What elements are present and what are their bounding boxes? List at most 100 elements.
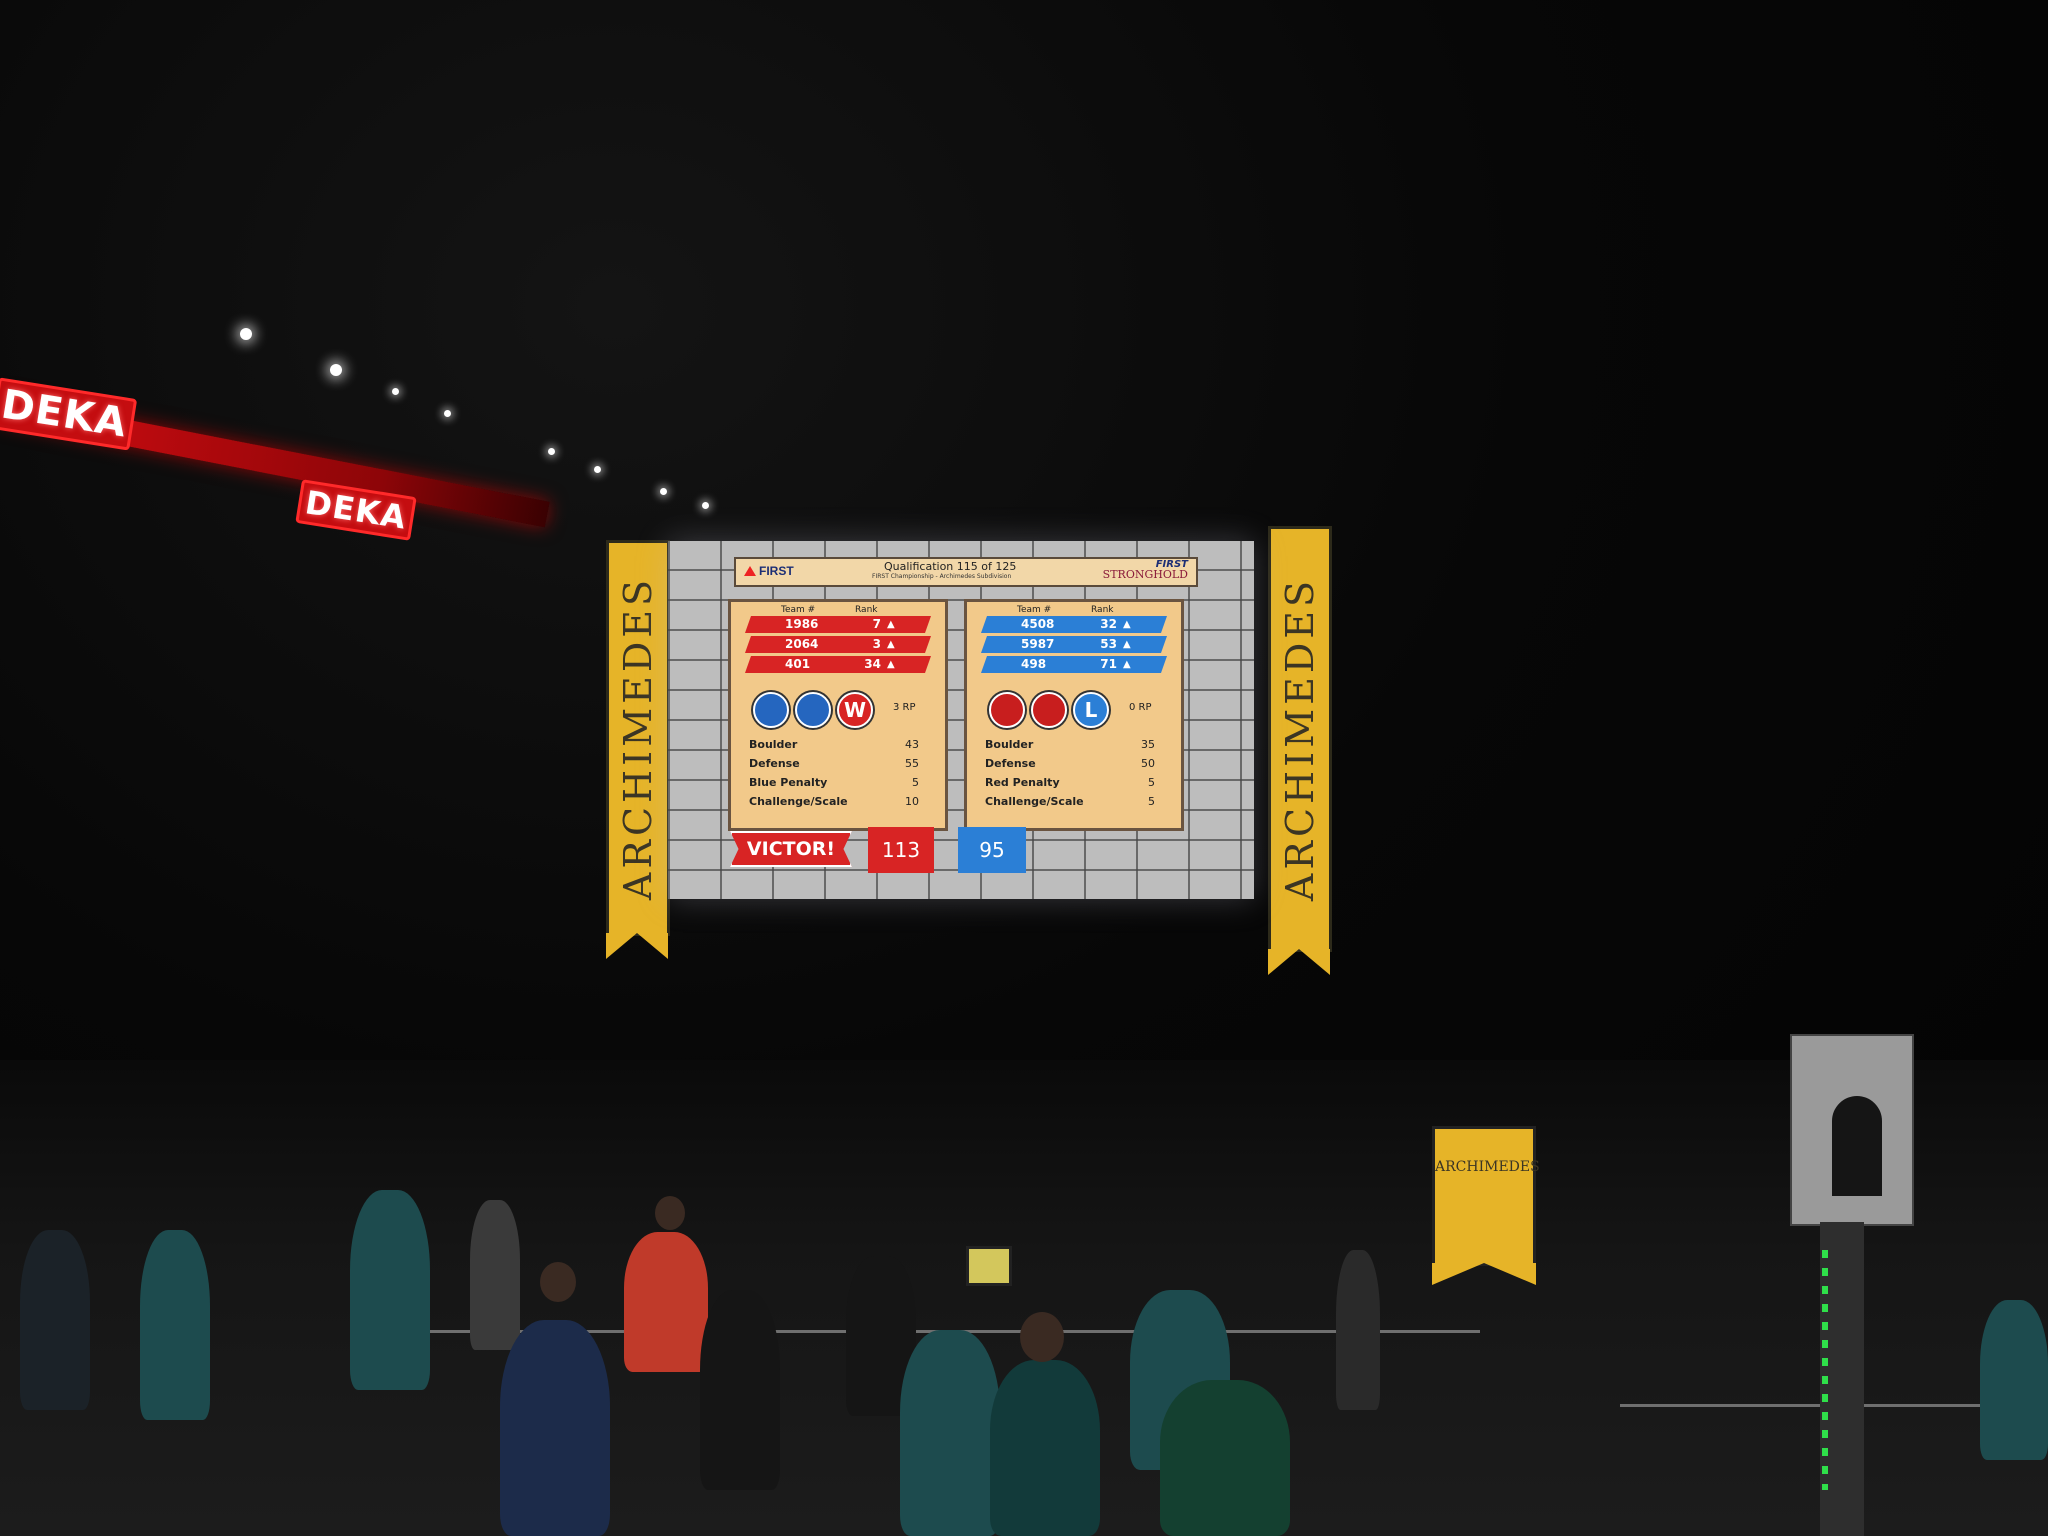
field-monitor [966, 1246, 1012, 1286]
ceiling-light [660, 488, 667, 495]
first-logo-text: FIRST [759, 564, 794, 578]
archimedes-floor-flag: ARCHIMEDES [1432, 1126, 1540, 1285]
first-logo: FIRST [744, 564, 794, 578]
person-head [1020, 1312, 1064, 1362]
score-value: 50 [1141, 757, 1155, 770]
team-row: 1986 7 ▲ [745, 616, 931, 633]
team-number: 401 [785, 657, 811, 671]
team-rank: 7 [872, 617, 881, 631]
scoreboard-header: FIRST Qualification 115 of 125 FIRST Cha… [734, 557, 1198, 587]
team-row: 498 71 ▲ [981, 656, 1167, 673]
victor-ribbon: VICTOR! [730, 831, 852, 867]
blue-total-score: 95 [958, 827, 1026, 873]
score-line: Defense 55 [749, 757, 919, 773]
red-alliance-panel: Team # Rank 1986 7 ▲ 2064 3 ▲ 401 34 ▲ W… [728, 599, 948, 831]
ceiling-light [444, 410, 451, 417]
person [470, 1200, 520, 1350]
rank-up-icon: ▲ [1123, 639, 1131, 650]
team-rank: 3 [872, 637, 881, 651]
score-label: Defense [985, 757, 1036, 770]
score-line: Boulder 43 [749, 738, 919, 754]
score-value: 55 [905, 757, 919, 770]
person [990, 1360, 1100, 1536]
score-value: 43 [905, 738, 919, 751]
score-value: 10 [905, 795, 919, 808]
team-column-header: Team # [781, 605, 816, 615]
tower-breach-icon [753, 692, 789, 728]
rank-column-header: Rank [1091, 605, 1114, 615]
match-subtitle: FIRST Championship - Archimedes Subdivis… [872, 573, 1012, 580]
banner-text: ARCHIMEDES [1278, 576, 1322, 902]
score-value: 5 [912, 776, 919, 789]
score-line: Red Penalty 5 [985, 776, 1155, 792]
rank-up-icon: ▲ [887, 619, 895, 630]
rank-up-icon: ▲ [887, 639, 895, 650]
score-label: Boulder [985, 738, 1034, 751]
person [700, 1290, 780, 1490]
loss-badge: L [1073, 692, 1109, 728]
person [140, 1230, 210, 1420]
rank-up-icon: ▲ [1123, 619, 1131, 630]
score-line: Challenge/Scale 5 [985, 795, 1155, 811]
person [900, 1330, 1000, 1536]
team-row: 2064 3 ▲ [745, 636, 931, 653]
team-number: 2064 [785, 637, 819, 651]
team-number: 498 [1021, 657, 1047, 671]
ceiling-light [548, 448, 555, 455]
person [1160, 1380, 1290, 1536]
ceiling-light [240, 328, 252, 340]
rank-up-icon: ▲ [887, 659, 895, 670]
ranking-points: 3 RP [893, 702, 916, 713]
score-value: 5 [1148, 795, 1155, 808]
team-row: 5987 53 ▲ [981, 636, 1167, 653]
score-label: Challenge/Scale [985, 795, 1084, 808]
ranking-points: 0 RP [1129, 702, 1152, 713]
team-rank: 32 [1100, 617, 1117, 631]
score-label: Red Penalty [985, 776, 1060, 789]
team-number: 4508 [1021, 617, 1055, 631]
score-label: Challenge/Scale [749, 795, 848, 808]
archimedes-banner-left: ARCHIMEDES [606, 540, 670, 959]
person [1980, 1300, 2048, 1460]
tower-capture-icon [1031, 692, 1067, 728]
score-label: Defense [749, 757, 800, 770]
person [20, 1230, 90, 1410]
rank-column-header: Rank [855, 605, 878, 615]
person [1336, 1250, 1380, 1410]
team-row: 4508 32 ▲ [981, 616, 1167, 633]
stronghold-logo-line2: STRONGHOLD [1102, 568, 1188, 581]
team-rank: 53 [1100, 637, 1117, 651]
team-row: 401 34 ▲ [745, 656, 931, 673]
green-led-strip [1822, 1250, 1828, 1490]
person-head [540, 1262, 576, 1302]
person [500, 1320, 610, 1536]
blue-alliance-panel: Team # Rank 4508 32 ▲ 5987 53 ▲ 498 71 ▲… [964, 599, 1184, 831]
person-head [655, 1196, 685, 1230]
first-logo-icon [744, 566, 756, 576]
ceiling-light [594, 466, 601, 473]
score-label: Blue Penalty [749, 776, 828, 789]
score-line: Challenge/Scale 10 [749, 795, 919, 811]
red-total-score: 113 [868, 827, 934, 873]
scoreboard-screen: FIRST Qualification 115 of 125 FIRST Cha… [668, 541, 1254, 899]
score-label: Boulder [749, 738, 798, 751]
team-number: 1986 [785, 617, 819, 631]
score-value: 5 [1148, 776, 1155, 789]
tower-capture-icon [795, 692, 831, 728]
ceiling-light [330, 364, 342, 376]
rank-up-icon: ▲ [1123, 659, 1131, 670]
team-rank: 34 [864, 657, 881, 671]
ceiling-light [392, 388, 399, 395]
deka-sign: DEKA [0, 377, 138, 451]
person [624, 1232, 708, 1372]
team-column-header: Team # [1017, 605, 1052, 615]
score-line: Blue Penalty 5 [749, 776, 919, 792]
flag-text: ARCHIMEDES [1435, 1159, 1540, 1175]
person [350, 1190, 430, 1390]
team-number: 5987 [1021, 637, 1055, 651]
win-badge: W [837, 692, 873, 728]
banner-text: ARCHIMEDES [616, 575, 660, 901]
score-line: Boulder 35 [985, 738, 1155, 754]
match-title: Qualification 115 of 125 [884, 560, 1017, 573]
team-rank: 71 [1100, 657, 1117, 671]
